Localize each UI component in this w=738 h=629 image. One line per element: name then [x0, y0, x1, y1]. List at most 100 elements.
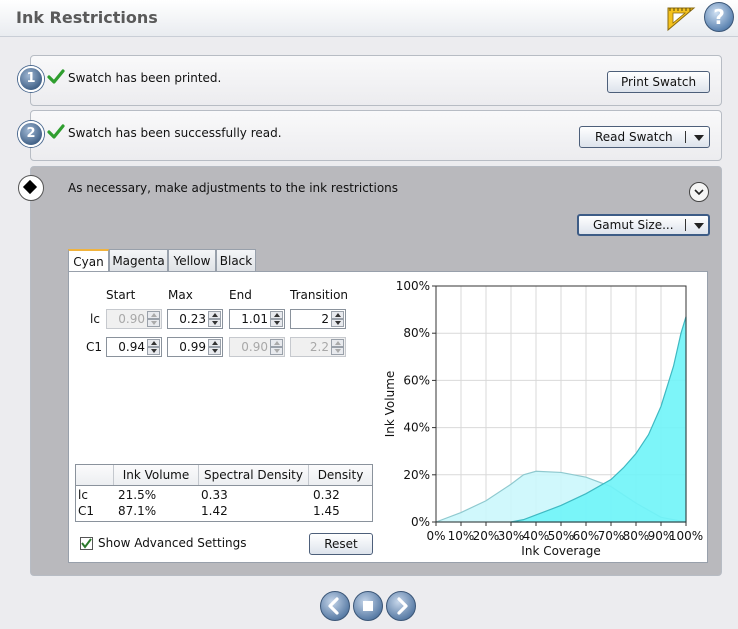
dropdown-separator: [685, 219, 686, 231]
back-button[interactable]: [320, 591, 350, 621]
x-tick-label: 80%: [623, 529, 650, 543]
x-tick-label: 70%: [598, 529, 625, 543]
x-tick-label: 30%: [498, 529, 525, 543]
title-bar: Ink Restrictions ?: [0, 0, 738, 37]
decrement-icon[interactable]: [208, 319, 221, 327]
print-swatch-label: Print Swatch: [620, 75, 697, 89]
stop-button[interactable]: [353, 591, 383, 621]
increment-icon[interactable]: [270, 311, 283, 319]
gamut-size-button[interactable]: Gamut Size...: [577, 214, 710, 236]
tab-cyan[interactable]: Cyan: [68, 249, 109, 272]
checkmark-icon: [81, 538, 92, 549]
column-max: Max: [168, 288, 193, 302]
tab-yellow[interactable]: Yellow: [168, 249, 216, 271]
ink-summary-table: Ink Volume Spectral Density Density lc 2…: [75, 464, 373, 522]
chevron-right-icon: [397, 597, 408, 615]
c1-end-stepper: 0.90: [229, 337, 285, 357]
lc-max-stepper[interactable]: 0.23: [167, 309, 223, 329]
collapse-icon[interactable]: [689, 182, 709, 202]
lc-max-value: 0.23: [179, 312, 206, 326]
decrement-icon[interactable]: [331, 319, 344, 327]
column-end: End: [229, 288, 252, 302]
x-tick-label: 50%: [548, 529, 575, 543]
table-divider: [76, 485, 372, 486]
decrement-icon: [270, 347, 283, 355]
table-cell: 87.1%: [118, 504, 157, 518]
table-cell: 1.42: [201, 504, 228, 518]
increment-icon: [147, 311, 160, 319]
increment-icon[interactable]: [208, 339, 221, 347]
check-icon: [47, 124, 65, 139]
show-advanced-label[interactable]: Show Advanced Settings: [98, 536, 247, 550]
chevron-down-icon[interactable]: [694, 223, 704, 229]
tab-magenta[interactable]: Magenta: [109, 249, 168, 271]
table-header-density: Density: [309, 465, 372, 485]
table-cell: 1.45: [313, 504, 340, 518]
step-1-number: 1: [18, 66, 44, 92]
print-swatch-button[interactable]: Print Swatch: [607, 71, 710, 93]
check-icon: [47, 69, 65, 84]
current-step-indicator: [18, 175, 44, 201]
lc-start-value: 0.90: [118, 312, 145, 326]
x-tick-label: 100%: [669, 529, 703, 543]
chevron-left-icon: [328, 597, 339, 615]
decrement-icon[interactable]: [270, 319, 283, 327]
step-1-text: Swatch has been printed.: [68, 71, 222, 85]
read-swatch-button[interactable]: Read Swatch: [579, 126, 710, 148]
c1-transition-stepper: 2.2: [290, 337, 346, 357]
decrement-icon: [331, 347, 344, 355]
table-header-spectral-density: Spectral Density: [199, 465, 309, 485]
help-glyph: ?: [713, 5, 725, 29]
c1-start-stepper[interactable]: 0.94: [106, 337, 162, 357]
lc-transition-stepper[interactable]: 2: [290, 309, 346, 329]
page-title: Ink Restrictions: [16, 8, 158, 27]
increment-icon[interactable]: [147, 339, 160, 347]
table-cell: lc: [78, 488, 88, 502]
x-tick-label: 20%: [473, 529, 500, 543]
decrement-icon: [147, 319, 160, 327]
dropdown-separator: [685, 131, 686, 143]
step-3-text: As necessary, make adjustments to the in…: [68, 181, 399, 195]
tab-black[interactable]: Black: [216, 249, 256, 271]
lc-start-stepper: 0.90: [106, 309, 162, 329]
y-axis-label: Ink Volume: [383, 371, 397, 438]
column-start: Start: [106, 288, 136, 302]
table-cell: 21.5%: [118, 488, 157, 502]
decrement-icon[interactable]: [208, 347, 221, 355]
show-advanced-checkbox[interactable]: [80, 537, 93, 550]
x-tick-label: 10%: [448, 529, 475, 543]
y-tick-label: 20%: [403, 468, 430, 482]
increment-icon[interactable]: [331, 311, 344, 319]
step-2-number: 2: [18, 121, 44, 147]
table-cell: 0.32: [313, 488, 340, 502]
read-swatch-label: Read Swatch: [595, 130, 673, 144]
forward-button[interactable]: [386, 591, 416, 621]
x-axis-label: Ink Coverage: [521, 544, 600, 558]
chevron-down-icon[interactable]: [694, 135, 704, 141]
row-label-lc: lc: [90, 312, 100, 326]
x-tick-label: 60%: [573, 529, 600, 543]
increment-icon[interactable]: [208, 311, 221, 319]
increment-icon: [270, 339, 283, 347]
ink-volume-chart: 0%20%40%60%80%100%0% 10%20%30%40%50%60%70…: [383, 279, 703, 558]
reset-label: Reset: [324, 537, 358, 551]
ruler-icon[interactable]: [666, 4, 696, 32]
y-tick-label: 60%: [403, 373, 430, 387]
column-transition: Transition: [290, 288, 349, 302]
gamut-size-label: Gamut Size...: [593, 218, 674, 232]
table-cell: 0.33: [201, 488, 228, 502]
y-tick-label: 0%: [411, 515, 430, 529]
table-cell: C1: [78, 504, 95, 518]
y-tick-label: 80%: [403, 326, 430, 340]
lc-end-value: 1.01: [241, 312, 268, 326]
reset-button[interactable]: Reset: [309, 533, 373, 555]
y-tick-label: 40%: [403, 421, 430, 435]
c1-max-stepper[interactable]: 0.99: [167, 337, 223, 357]
decrement-icon[interactable]: [147, 347, 160, 355]
stop-icon: [363, 601, 373, 611]
lc-transition-value: 2: [321, 312, 329, 326]
lc-end-stepper[interactable]: 1.01: [229, 309, 285, 329]
table-header-blank: [76, 465, 114, 485]
y-tick-label: 100%: [396, 279, 430, 293]
help-icon[interactable]: ?: [704, 2, 734, 32]
